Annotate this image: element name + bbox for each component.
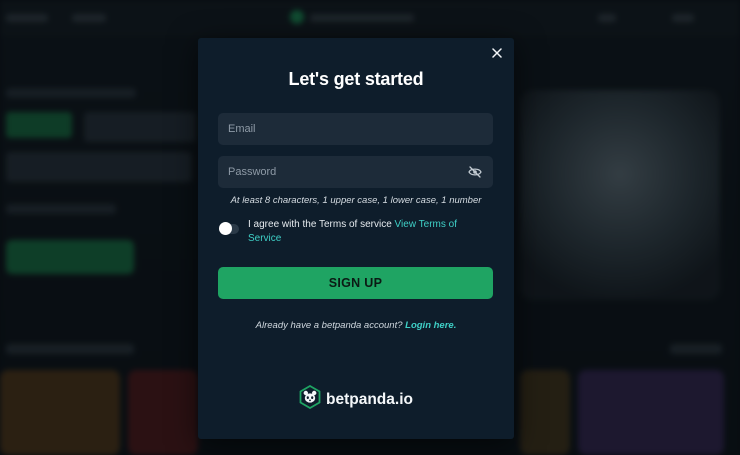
login-link[interactable]: Login here. [405,320,456,331]
modal-title: Let's get started [288,69,424,89]
brand-logo: betpanda.io [198,384,514,414]
email-field[interactable] [228,123,483,135]
terms-text: I agree with the Terms of service [248,219,395,230]
email-field-wrapper [218,113,493,145]
login-prompt-text: Already have a betpanda account? [255,320,406,331]
terms-toggle[interactable] [219,222,239,235]
signup-button[interactable]: SIGN UP [218,267,493,299]
toggle-knob [219,222,232,235]
password-field[interactable] [228,166,468,178]
password-field-wrapper [218,156,493,188]
close-icon[interactable] [488,44,506,62]
terms-label: I agree with the Terms of service View T… [248,218,479,246]
eye-off-icon[interactable] [468,164,483,180]
signup-modal: Let's get started At least 8 characters,… [198,38,514,439]
password-hint: At least 8 characters, 1 upper case, 1 l… [230,195,482,206]
brand-name: betpanda.io [326,390,413,408]
terms-row: I agree with the Terms of service View T… [219,218,479,246]
login-prompt: Already have a betpanda account? Login h… [198,320,514,331]
panda-logo-icon [299,384,321,414]
